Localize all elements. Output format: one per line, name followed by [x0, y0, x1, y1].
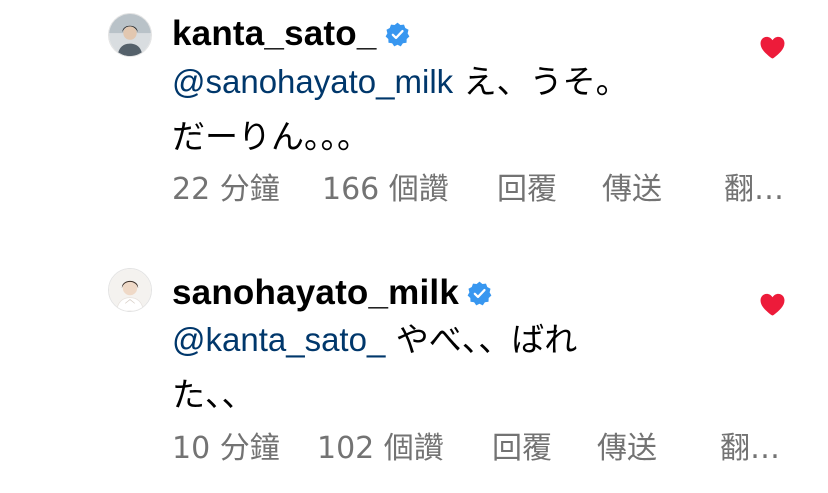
reply-button[interactable]: 回覆: [497, 168, 557, 212]
heart-icon[interactable]: [760, 36, 785, 59]
verified-badge-icon: [385, 22, 410, 47]
comment-item: kanta_sato_ @sanohayato_milk え、うそ。だーりん。。…: [0, 0, 828, 240]
avatar[interactable]: [108, 268, 152, 312]
timestamp: 22 分鐘: [172, 172, 280, 207]
comment-header: kanta_sato_: [172, 12, 410, 56]
verified-badge-icon: [467, 281, 492, 306]
comment-item: sanohayato_milk @kanta_sato_ やべ、、ばれた、、 1…: [0, 258, 828, 493]
avatar-photo-icon: [109, 269, 151, 311]
share-button[interactable]: 傳送: [602, 168, 662, 212]
avatar[interactable]: [108, 13, 152, 57]
mention-link[interactable]: @kanta_sato_: [172, 321, 385, 358]
comment-header: sanohayato_milk: [172, 271, 492, 315]
like-count[interactable]: 102 個讚: [317, 427, 444, 471]
mention-link[interactable]: @sanohayato_milk: [172, 63, 453, 100]
reply-button[interactable]: 回覆: [492, 427, 552, 471]
translate-button[interactable]: 翻…: [720, 427, 780, 471]
timestamp: 10 分鐘: [172, 431, 280, 466]
heart-icon[interactable]: [760, 293, 785, 316]
translate-button[interactable]: 翻…: [724, 168, 784, 212]
username[interactable]: sanohayato_milk: [172, 273, 459, 313]
username[interactable]: kanta_sato_: [172, 14, 377, 54]
comment-text: @kanta_sato_ やべ、、ばれた、、: [172, 312, 642, 422]
share-button[interactable]: 傳送: [597, 427, 657, 471]
like-count[interactable]: 166 個讚: [322, 168, 449, 212]
avatar-photo-icon: [109, 14, 151, 56]
comment-text: @sanohayato_milk え、うそ。だーりん。。。: [172, 54, 642, 164]
